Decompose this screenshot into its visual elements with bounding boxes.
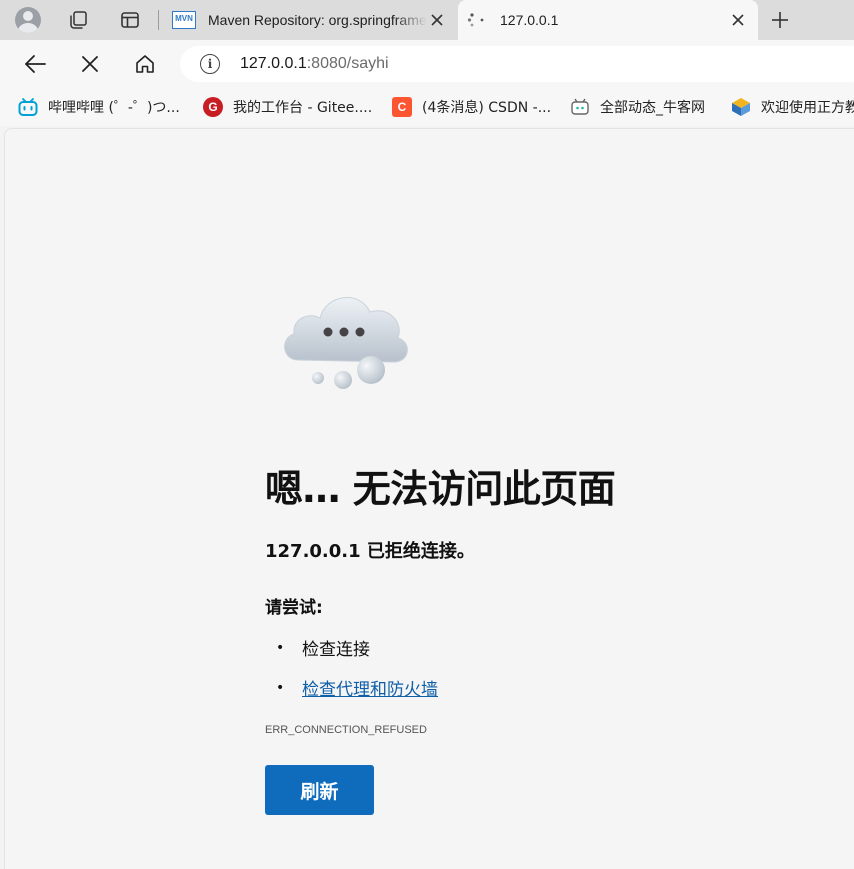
site-info-icon[interactable]: i (200, 54, 220, 74)
loading-spinner-icon (467, 13, 484, 27)
bookmark-label: 哔哩哔哩 (゜-゜)つ... (48, 100, 180, 116)
bullet-icon: • (276, 639, 285, 656)
error-subtitle: 127.0.0.1 已拒绝连接。 (265, 541, 475, 562)
bilibili-icon (18, 98, 38, 116)
page-title: 嗯… 无法访问此页面 (265, 467, 616, 511)
home-icon (136, 55, 154, 73)
close-icon (732, 14, 744, 26)
bookmark-label: (4条消息) CSDN -... (422, 100, 552, 116)
new-tab-button[interactable] (764, 4, 796, 36)
zfsoft-icon (732, 98, 750, 116)
tab-title: Maven Repository: org.springframework (208, 12, 427, 28)
suggestions-heading: 请尝试: (265, 598, 323, 618)
suggestion-check-connection: 检查连接 (302, 640, 370, 660)
bookmark-zfsoft[interactable]: 欢迎使用正方教 (731, 96, 854, 118)
tab-actions-button[interactable] (114, 4, 146, 36)
bookmark-label: 全部动态_牛客网 (600, 100, 705, 116)
check-proxy-firewall-link[interactable]: 检查代理和防火墙 (302, 675, 438, 700)
nowcoder-icon (571, 98, 589, 115)
bookmark-bilibili[interactable]: 哔哩哔哩 (゜-゜)つ... (18, 96, 180, 118)
stop-loading-button[interactable] (74, 48, 106, 80)
tab-title: 127.0.0.1 (500, 12, 559, 28)
tab-localhost[interactable]: 127.0.0.1 (458, 0, 758, 40)
avatar (15, 7, 41, 33)
bookmark-label: 我的工作台 - Gitee.... (233, 100, 373, 116)
url-path: :8080/sayhi (306, 55, 389, 72)
close-icon (82, 56, 98, 72)
vertical-tabs-icon (121, 12, 139, 28)
back-button[interactable] (19, 48, 51, 80)
suggestion-item: • 检查代理和防火墙 (276, 675, 438, 701)
error-code: ERR_CONNECTION_REFUSED (265, 724, 427, 736)
close-icon (431, 14, 443, 26)
url-text[interactable]: 127.0.0.1:8080/sayhi (240, 55, 389, 73)
bullet-icon: • (276, 679, 285, 696)
bookmark-label: 欢迎使用正方教 (761, 100, 854, 116)
suggestion-item: • 检查连接 (276, 635, 370, 661)
csdn-icon: C (392, 97, 412, 117)
cloud-thinking-icon (284, 297, 408, 389)
bookmark-nowcoder[interactable]: 全部动态_牛客网 (570, 96, 705, 118)
refresh-button[interactable]: 刷新 (265, 765, 374, 815)
tab-maven[interactable]: MVN Maven Repository: org.springframewor… (164, 0, 456, 40)
bookmark-gitee[interactable]: G 我的工作台 - Gitee.... (203, 96, 372, 118)
address-bar[interactable]: i 127.0.0.1:8080/sayhi (180, 46, 854, 82)
gitee-icon: G (203, 97, 223, 117)
home-button[interactable] (129, 48, 161, 80)
tab-strip-divider (158, 10, 159, 30)
tab-strip: MVN Maven Repository: org.springframewor… (0, 0, 854, 40)
navigation-toolbar: i 127.0.0.1:8080/sayhi (0, 40, 854, 88)
maven-icon: MVN (172, 11, 196, 29)
url-host: 127.0.0.1 (240, 55, 307, 72)
profile-avatar-button[interactable] (12, 4, 44, 36)
bookmark-csdn[interactable]: C (4条消息) CSDN -... (392, 96, 551, 118)
plus-icon (772, 12, 788, 28)
workspaces-button[interactable] (62, 4, 94, 36)
close-tab-button[interactable] (427, 8, 448, 32)
bookmarks-bar: 哔哩哔哩 (゜-゜)つ... G 我的工作台 - Gitee.... C (4条… (0, 88, 854, 126)
arrow-left-icon (25, 55, 46, 73)
close-tab-button[interactable] (726, 8, 750, 32)
workspaces-icon (70, 11, 87, 29)
